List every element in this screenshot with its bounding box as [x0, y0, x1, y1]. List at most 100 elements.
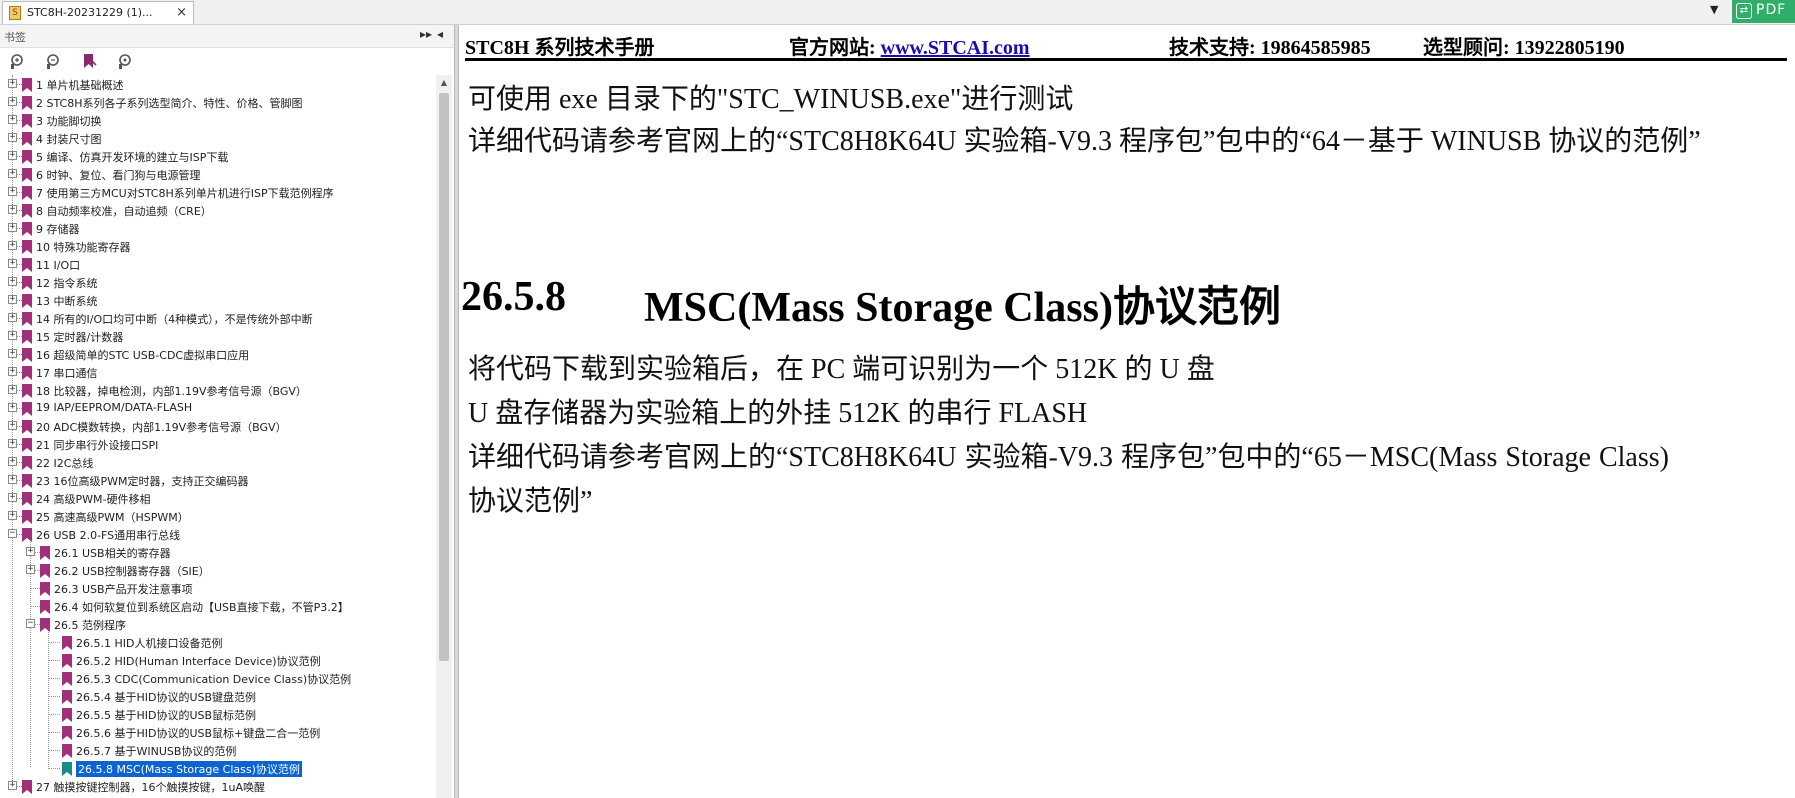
bookmark-item[interactable]: +1 单片机基础概述: [0, 75, 436, 93]
expand-panel-icon[interactable]: ▸▸: [420, 27, 432, 41]
expand-toggle-icon[interactable]: +: [8, 331, 17, 340]
bookmark-item[interactable]: +26.1 USB相关的寄存器: [0, 543, 436, 561]
tab-title: STC8H-20231229 (1)...: [27, 6, 153, 19]
expand-toggle-icon[interactable]: +: [8, 313, 17, 322]
bookmark-expand-icon[interactable]: [8, 52, 26, 70]
expand-toggle-icon[interactable]: +: [8, 241, 17, 250]
expand-toggle-icon[interactable]: +: [8, 223, 17, 232]
bookmark-item[interactable]: +24 高级PWM-硬件移相: [0, 489, 436, 507]
expand-toggle-icon[interactable]: +: [8, 169, 17, 178]
bookmark-item[interactable]: +20 ADC模数转换，内部1.19V参考信号源（BGV）: [0, 417, 436, 435]
bookmark-item[interactable]: +11 I/O口: [0, 255, 436, 273]
expand-toggle-icon[interactable]: +: [8, 349, 17, 358]
expand-toggle-icon[interactable]: +: [8, 367, 17, 376]
expand-toggle-icon[interactable]: +: [8, 385, 17, 394]
bookmark-item[interactable]: +8 自动频率校准，自动追频（CRE）: [0, 201, 436, 219]
bookmark-item[interactable]: +12 指令系统: [0, 273, 436, 291]
bookmark-item[interactable]: +4 封装尺寸图: [0, 129, 436, 147]
bookmark-item[interactable]: +10 特殊功能寄存器: [0, 237, 436, 255]
bookmark-item[interactable]: +7 使用第三方MCU对STC8H系列单片机进行ISP下载范例程序: [0, 183, 436, 201]
expand-toggle-icon[interactable]: −: [26, 619, 35, 628]
collapse-panel-icon[interactable]: ◂: [437, 27, 443, 41]
website-link[interactable]: www.STCAI.com: [881, 37, 1030, 59]
bookmark-icon: [22, 347, 32, 362]
expand-toggle-icon[interactable]: +: [8, 511, 17, 520]
scroll-up-icon[interactable]: ▲: [436, 75, 452, 91]
bookmark-icon: [22, 473, 32, 488]
bookmark-item[interactable]: +5 编译、仿真开发环境的建立与ISP下载: [0, 147, 436, 165]
scroll-thumb[interactable]: [439, 93, 449, 661]
expand-toggle-icon[interactable]: +: [26, 565, 35, 574]
bookmark-item[interactable]: +13 中断系统: [0, 291, 436, 309]
bookmark-icon: [22, 167, 32, 182]
expand-toggle-icon[interactable]: +: [8, 781, 17, 790]
bookmark-find-icon[interactable]: [116, 52, 134, 70]
bookmark-icon: [62, 707, 72, 722]
bookmark-label: 26.2 USB控制器寄存器（SIE）: [54, 565, 210, 578]
expand-toggle-icon[interactable]: +: [8, 439, 17, 448]
bookmark-item[interactable]: 26.5.1 HID人机接口设备范例: [0, 633, 436, 651]
bookmark-item[interactable]: +22 I2C总线: [0, 453, 436, 471]
bookmark-item[interactable]: 26.5.5 基于HID协议的USB鼠标范例: [0, 705, 436, 723]
bookmark-item[interactable]: 26.5.7 基于WINUSB协议的范例: [0, 741, 436, 759]
expand-toggle-icon[interactable]: +: [8, 493, 17, 502]
expand-toggle-icon[interactable]: +: [8, 403, 17, 412]
bookmark-icon: [62, 689, 72, 704]
text-line: 协议范例”: [468, 486, 593, 517]
expand-toggle-icon[interactable]: +: [8, 475, 17, 484]
document-tab[interactable]: S STC8H-20231229 (1)... ×: [2, 1, 194, 24]
bookmark-item[interactable]: +17 串口通信: [0, 363, 436, 381]
expand-toggle-icon[interactable]: +: [8, 277, 17, 286]
bookmark-add-icon[interactable]: [80, 52, 98, 70]
bookmark-scrollbar[interactable]: ▲: [436, 75, 452, 798]
bookmark-item[interactable]: − 26 USB 2.0-FS通用串行总线: [0, 525, 436, 543]
bookmark-item[interactable]: +18 比较器，掉电检测，内部1.19V参考信号源（BGV）: [0, 381, 436, 399]
bookmark-item[interactable]: +26.2 USB控制器寄存器（SIE）: [0, 561, 436, 579]
bookmark-label: 26.3 USB产品开发注意事项: [54, 583, 193, 596]
bookmark-item[interactable]: 26.5.4 基于HID协议的USB键盘范例: [0, 687, 436, 705]
expand-toggle-icon[interactable]: +: [8, 97, 17, 106]
chevron-down-icon[interactable]: ▼: [1710, 3, 1718, 16]
bookmark-item[interactable]: +19 IAP/EEPROM/DATA-FLASH: [0, 399, 436, 417]
bookmark-item[interactable]: 26.4 如何软复位到系统区启动【USB直接下载，不管P3.2】: [0, 597, 436, 615]
sales-advisor: 选型顾问: 13922805190: [1423, 37, 1625, 59]
bookmark-item[interactable]: − 26.5 范例程序: [0, 615, 436, 633]
expand-toggle-icon[interactable]: +: [8, 421, 17, 430]
bookmark-item[interactable]: +14 所有的I/O口均可中断（4种模式），不是传统外部中断: [0, 309, 436, 327]
expand-toggle-icon[interactable]: −: [8, 529, 17, 538]
bookmark-item[interactable]: 26.5.3 CDC(Communication Device Class)协议…: [0, 669, 436, 687]
expand-toggle-icon[interactable]: +: [8, 79, 17, 88]
pdf-convert-button[interactable]: ⇄ PDF: [1732, 0, 1795, 23]
expand-toggle-icon[interactable]: +: [8, 133, 17, 142]
bookmark-item[interactable]: +25 高速高级PWM（HSPWM）: [0, 507, 436, 525]
bookmark-item[interactable]: +15 定时器/计数器: [0, 327, 436, 345]
bookmark-item[interactable]: 26.5.2 HID(Human Interface Device)协议范例: [0, 651, 436, 669]
expand-toggle-icon[interactable]: +: [8, 205, 17, 214]
close-icon[interactable]: ×: [176, 5, 187, 20]
bookmark-item[interactable]: +21 同步串行外设接口SPI: [0, 435, 436, 453]
expand-toggle-icon[interactable]: +: [8, 457, 17, 466]
bookmark-item[interactable]: +27 触摸按键控制器，16个触摸按键，1uA唤醒: [0, 777, 436, 795]
bookmark-icon: [22, 419, 32, 434]
bookmark-item[interactable]: 26.5.6 基于HID协议的USB鼠标+键盘二合一范例: [0, 723, 436, 741]
bookmark-item[interactable]: +23 16位高级PWM定时器，支持正交编码器: [0, 471, 436, 489]
bookmark-item[interactable]: +3 功能脚切换: [0, 111, 436, 129]
bookmark-icon: [40, 563, 50, 578]
expand-toggle-icon[interactable]: +: [8, 259, 17, 268]
expand-toggle-icon[interactable]: +: [8, 295, 17, 304]
bookmark-icon: [40, 581, 50, 596]
bookmark-item[interactable]: +6 时钟、复位、看门狗与电源管理: [0, 165, 436, 183]
bookmark-label: 26.5.5 基于HID协议的USB鼠标范例: [76, 709, 257, 722]
expand-toggle-icon[interactable]: +: [8, 151, 17, 160]
bookmark-collapse-icon[interactable]: [44, 52, 62, 70]
bookmark-item[interactable]: +9 存储器: [0, 219, 436, 237]
bookmark-item[interactable]: +2 STC8H系列各子系列选型简介、特性、价格、管脚图: [0, 93, 436, 111]
bookmark-icon: [22, 437, 32, 452]
expand-toggle-icon[interactable]: +: [8, 115, 17, 124]
bookmark-item[interactable]: +16 超级简单的STC USB-CDC虚拟串口应用: [0, 345, 436, 363]
bookmark-item[interactable]: 26.5.8 MSC(Mass Storage Class)协议范例: [0, 759, 436, 777]
bookmark-item[interactable]: 26.3 USB产品开发注意事项: [0, 579, 436, 597]
expand-toggle-icon[interactable]: +: [8, 187, 17, 196]
bookmark-icon: [22, 293, 32, 308]
expand-toggle-icon[interactable]: +: [26, 547, 35, 556]
